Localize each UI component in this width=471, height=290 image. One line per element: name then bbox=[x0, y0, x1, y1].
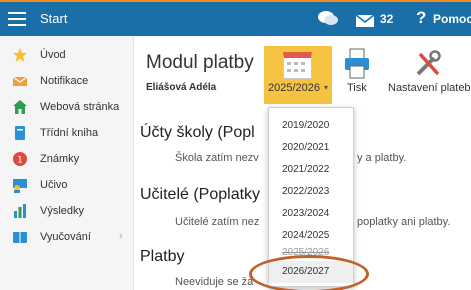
printer-icon[interactable] bbox=[344, 48, 370, 86]
teacher-icon bbox=[12, 177, 28, 193]
book-icon bbox=[12, 125, 28, 141]
sidebar-item-uvod[interactable]: Úvod bbox=[0, 42, 134, 68]
mail-count-badge: 32 bbox=[380, 12, 394, 26]
annotation-circle bbox=[249, 255, 369, 290]
chat-icon[interactable] bbox=[317, 10, 339, 33]
sidebar-item-znamky[interactable]: 1 Známky bbox=[0, 146, 134, 172]
books-icon bbox=[12, 229, 28, 245]
sidebar-item-label: Výsledky bbox=[40, 205, 85, 217]
payment-settings-label[interactable]: Nastavení plateb bbox=[388, 82, 471, 94]
house-icon bbox=[12, 99, 28, 115]
help-icon[interactable]: ? bbox=[416, 8, 426, 28]
chevron-down-icon: ▾ bbox=[324, 83, 329, 92]
year-option[interactable]: 2023/2024 bbox=[269, 203, 353, 225]
top-bar: Start 32 ? Pomoc bbox=[0, 0, 471, 36]
section-text: poplatky ani platby. bbox=[357, 216, 451, 228]
star-icon bbox=[12, 47, 28, 63]
sidebar-item-vysledky[interactable]: Výsledky bbox=[0, 198, 134, 224]
sidebar-item-label: Notifikace bbox=[40, 75, 89, 87]
student-name: Eliášová Adéla bbox=[146, 82, 217, 93]
envelope-icon bbox=[12, 73, 28, 89]
sidebar-item-label: Třídní kniha bbox=[40, 127, 99, 139]
section-text: y a platby. bbox=[357, 152, 407, 164]
start-link[interactable]: Start bbox=[40, 11, 67, 26]
sidebar-item-label: Úvod bbox=[40, 49, 66, 61]
year-option[interactable]: 2019/2020 bbox=[269, 115, 353, 137]
sidebar-item-label: Vyučování bbox=[40, 231, 91, 243]
section-title-payments: Platby bbox=[140, 248, 185, 265]
sidebar-item-label: Webová stránka bbox=[40, 101, 120, 113]
section-text: Škola zatím nezv bbox=[175, 152, 259, 164]
year-option[interactable]: 2020/2021 bbox=[269, 137, 353, 159]
year-option[interactable]: 2022/2023 bbox=[269, 181, 353, 203]
help-link[interactable]: Pomoc bbox=[433, 12, 471, 26]
calendar-icon bbox=[283, 52, 312, 79]
year-option[interactable]: 2021/2022 bbox=[269, 159, 353, 181]
sidebar-item-ucivo[interactable]: Učivo bbox=[0, 172, 134, 198]
hamburger-menu-icon[interactable] bbox=[8, 12, 26, 30]
section-title-teachers: Učitelé (Poplatky bbox=[140, 186, 261, 203]
sidebar-item-notifikace[interactable]: Notifikace bbox=[0, 68, 134, 94]
grade-icon: 1 bbox=[12, 151, 28, 167]
mail-icon[interactable] bbox=[355, 14, 375, 32]
sidebar: Úvod Notifikace Webová stránka Třídní kn… bbox=[0, 36, 134, 290]
sidebar-item-label: Učivo bbox=[40, 179, 68, 191]
section-title-school-accounts: Účty školy (Popl bbox=[140, 124, 255, 141]
school-year-button[interactable]: 2025/2026 ▾ bbox=[264, 46, 332, 104]
print-button-label[interactable]: Tisk bbox=[347, 82, 367, 94]
sidebar-item-webova-stranka[interactable]: Webová stránka bbox=[0, 94, 134, 120]
chevron-right-icon[interactable]: › bbox=[119, 230, 123, 242]
page-title: Modul platby bbox=[146, 52, 254, 73]
section-text: Neeviduje se žá bbox=[175, 276, 254, 288]
sidebar-item-vyucovani[interactable]: Vyučování › bbox=[0, 224, 134, 250]
school-year-label: 2025/2026 bbox=[268, 82, 320, 94]
svg-text:1: 1 bbox=[17, 156, 23, 166]
bar-chart-icon bbox=[12, 203, 28, 219]
sidebar-item-tridni-kniha[interactable]: Třídní kniha bbox=[0, 120, 134, 146]
settings-tools-icon[interactable] bbox=[414, 50, 442, 83]
section-text: Učitelé zatím nez bbox=[175, 216, 260, 228]
sidebar-item-label: Známky bbox=[40, 153, 80, 165]
